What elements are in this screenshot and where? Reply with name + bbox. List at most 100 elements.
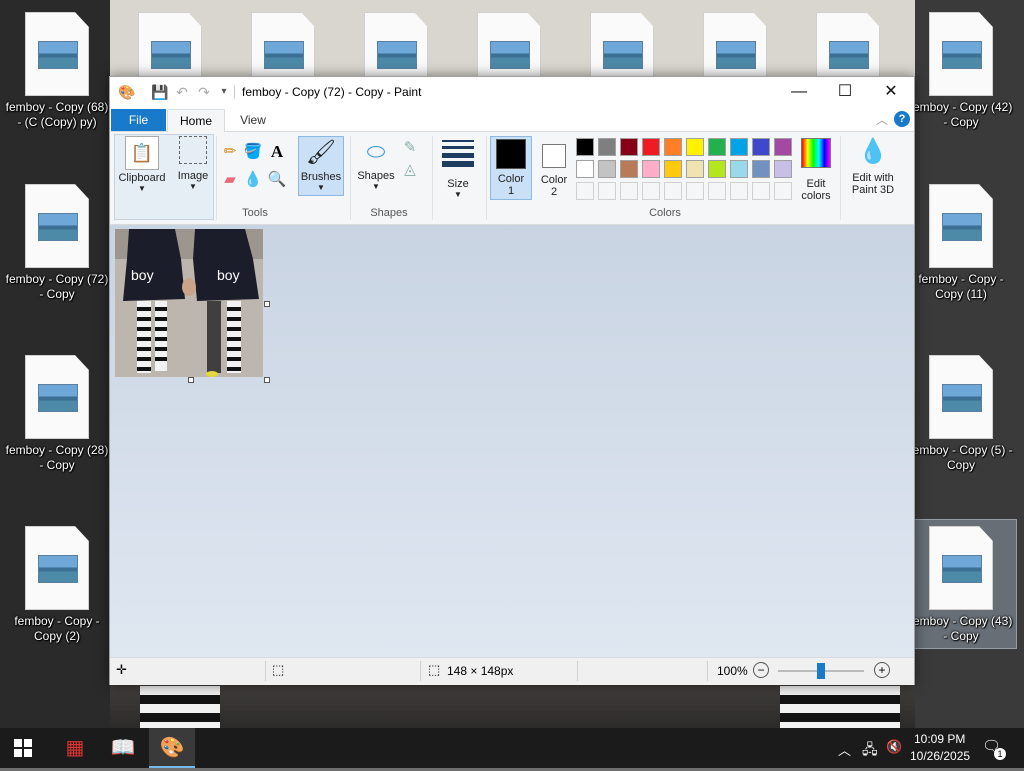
custom-color-slot[interactable] (774, 182, 792, 200)
palette-color-swatch[interactable] (620, 160, 638, 178)
desktop-icon-label: femboy - Copy (72) - Copy (5, 272, 109, 301)
canvas-workspace[interactable]: boy boy (110, 225, 914, 657)
status-divider (420, 661, 421, 681)
palette-color-swatch[interactable] (730, 160, 748, 178)
tab-file[interactable]: File (111, 109, 166, 131)
zoom-level: 100% (717, 664, 748, 678)
canvas-image[interactable]: boy boy (115, 229, 263, 377)
color2-button[interactable]: Color 2 (534, 136, 574, 198)
size-button[interactable]: Size ▼ (438, 136, 478, 199)
image-file-icon (929, 526, 993, 610)
palette-color-swatch[interactable] (686, 160, 704, 178)
pencil-icon[interactable]: ✏ (220, 142, 240, 162)
image-file-icon (929, 355, 993, 439)
desktop-icon[interactable]: femboy - Copy (28) - Copy (2, 355, 112, 473)
palette-color-swatch[interactable] (642, 138, 660, 156)
resize-handle-right[interactable] (264, 301, 270, 307)
status-bar: ✛ ⬚ ⬚ 148 × 148px 100% − + (110, 657, 914, 685)
color2-swatch (542, 144, 566, 168)
palette-color-swatch[interactable] (752, 160, 770, 178)
brushes-button[interactable]: 🖌 Brushes ▼ (298, 136, 344, 196)
desktop-icon-label: femboy - Copy - Copy (2) (14, 614, 100, 643)
fill-icon[interactable]: 🪣 (243, 142, 263, 162)
custom-color-slot[interactable] (686, 182, 704, 200)
title-bar[interactable]: 🎨 💾 ↶ ↷ ▾ femboy - Copy (72) - Copy - Pa… (110, 77, 914, 107)
palette-color-swatch[interactable] (598, 160, 616, 178)
color-picker-icon[interactable]: 💧 (243, 170, 263, 190)
custom-color-slot[interactable] (576, 182, 594, 200)
shapes-button[interactable]: ⬭ Shapes ▼ (354, 136, 398, 191)
palette-color-swatch[interactable] (708, 160, 726, 178)
clock-date[interactable]: 10/26/2025 (910, 749, 970, 763)
desktop-icon[interactable]: femboy - Copy - Copy (2) (2, 526, 112, 644)
palette-color-swatch[interactable] (752, 138, 770, 156)
palette-color-swatch[interactable] (708, 138, 726, 156)
paint-app-icon[interactable]: 🎨 (118, 84, 135, 100)
resize-handle-corner[interactable] (264, 377, 270, 383)
tab-home[interactable]: Home (167, 109, 225, 133)
palette-color-swatch[interactable] (686, 138, 704, 156)
redo-icon[interactable]: ↷ (196, 84, 212, 100)
show-hidden-icons[interactable]: ︿ (838, 740, 851, 759)
palette-color-swatch[interactable] (664, 160, 682, 178)
palette-color-swatch[interactable] (598, 138, 616, 156)
palette-color-swatch[interactable] (774, 138, 792, 156)
desktop-icon-label: femboy - Copy - Copy (11) (918, 272, 1004, 301)
desktop-icon-selected[interactable]: femboy - Copy (43) - Copy (905, 519, 1017, 649)
rainbow-icon (801, 138, 831, 168)
taskbar-app-book[interactable]: 📖 (100, 728, 146, 768)
resize-handle-bottom[interactable] (188, 377, 194, 383)
palette-color-swatch[interactable] (620, 138, 638, 156)
zoom-slider-thumb[interactable] (817, 663, 825, 679)
custom-color-slot[interactable] (620, 182, 638, 200)
customize-qat-icon[interactable]: ▾ (216, 84, 232, 100)
start-button[interactable] (0, 728, 46, 768)
palette-color-swatch[interactable] (642, 160, 660, 178)
palette-color-swatch[interactable] (664, 138, 682, 156)
zoom-in-button[interactable]: + (874, 662, 890, 678)
network-icon[interactable]: 🖧 (862, 739, 878, 763)
palette-color-swatch[interactable] (774, 160, 792, 178)
close-button[interactable]: ✕ (868, 77, 914, 107)
desktop-icon[interactable]: femboy - Copy (5) - Copy (906, 355, 1016, 473)
desktop-icon[interactable]: femboy - Copy - Copy (11) (906, 184, 1016, 302)
desktop-icon[interactable]: femboy - Copy (68) - (C (Copy) py) (2, 12, 112, 130)
color1-button[interactable]: Color 1 (490, 136, 532, 200)
image-button[interactable]: Image ▼ (172, 136, 214, 191)
palette-color-swatch[interactable] (730, 138, 748, 156)
save-icon[interactable]: 💾 (151, 84, 168, 100)
desktop-icon[interactable]: femboy - Copy (72) - Copy (2, 184, 112, 302)
custom-color-slot[interactable] (664, 182, 682, 200)
minimize-button[interactable]: — (776, 77, 822, 107)
taskbar-app-red[interactable]: ▦ (52, 728, 98, 768)
magnifier-icon[interactable]: 🔍 (267, 170, 287, 190)
custom-color-slot[interactable] (598, 182, 616, 200)
clock-time[interactable]: 10:09 PM (914, 732, 965, 746)
image-file-icon (25, 184, 89, 268)
custom-color-slot[interactable] (730, 182, 748, 200)
undo-icon[interactable]: ↶ (174, 84, 190, 100)
custom-color-slot[interactable] (642, 182, 660, 200)
eraser-icon[interactable]: ▰ (220, 170, 240, 190)
desktop-icon[interactable]: femboy - Copy (42) - Copy (906, 12, 1016, 130)
edit-colors-button[interactable]: Edit colors (796, 136, 836, 202)
edit-with-paint3d-button[interactable]: 💧 Edit with Paint 3D (844, 136, 902, 196)
palette-color-swatch[interactable] (576, 138, 594, 156)
volume-muted-icon[interactable]: 🔇 (886, 739, 902, 755)
custom-color-slot[interactable] (708, 182, 726, 200)
custom-color-slot[interactable] (752, 182, 770, 200)
zoom-out-button[interactable]: − (753, 662, 769, 678)
outline-icon[interactable]: ✎ (400, 138, 420, 158)
palette-color-swatch[interactable] (576, 160, 594, 178)
tools-group-label: Tools (242, 207, 268, 219)
shape-fill-icon[interactable]: ◬ (400, 160, 420, 180)
taskbar-paint[interactable]: 🎨 (149, 728, 195, 768)
collapse-ribbon-icon[interactable]: ︿ (876, 111, 888, 128)
maximize-button[interactable]: ☐ (822, 77, 868, 107)
clipboard-button[interactable]: 📋 Clipboard ▼ (116, 136, 168, 193)
desktop-icon-label: femboy - Copy (5) - Copy (909, 443, 1013, 472)
paint3d-icon: 💧 (858, 138, 888, 165)
help-icon[interactable]: ? (894, 111, 910, 127)
text-icon[interactable]: A (267, 142, 287, 162)
tab-view[interactable]: View (226, 109, 280, 131)
